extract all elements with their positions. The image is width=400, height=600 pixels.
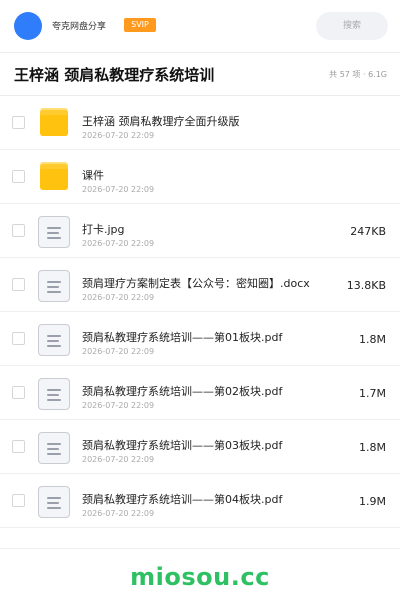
watermark: miosou.cc — [130, 563, 270, 591]
file-size: 247KB — [350, 225, 386, 238]
list-item[interactable]: 颈肩私教理疗系统培训——第03板块.pdf 2026-07-20 22:09 1… — [0, 420, 400, 474]
file-name: 颈肩私教理疗系统培训——第03板块.pdf — [82, 439, 283, 452]
file-size: 1.8M — [359, 333, 386, 346]
file-name: 颈肩私教理疗系统培训——第01板块.pdf — [82, 331, 283, 344]
document-icon — [38, 216, 70, 248]
row-checkbox[interactable] — [12, 278, 25, 291]
row-checkbox[interactable] — [12, 116, 25, 129]
list-item[interactable]: 颈肩私教理疗系统培训——第04板块.pdf 2026-07-20 22:09 1… — [0, 474, 400, 528]
file-name: 颈肩理疗方案制定表【公众号：密知圈】.docx — [82, 277, 310, 290]
file-date: 2026-07-20 22:09 — [82, 509, 155, 518]
document-icon — [38, 378, 70, 410]
file-name: 王梓涵 颈肩私教理疗全面升级版 — [82, 115, 240, 128]
search-button[interactable]: 搜索 — [316, 12, 388, 40]
folder-summary: 共 57 项 · 6.1G — [329, 70, 387, 79]
file-date: 2026-07-20 22:09 — [82, 185, 155, 194]
avatar[interactable] — [14, 12, 42, 40]
file-size: 1.8M — [359, 441, 386, 454]
row-checkbox[interactable] — [12, 170, 25, 183]
list-item[interactable]: 打卡.jpg 2026-07-20 22:09 247KB — [0, 204, 400, 258]
row-checkbox[interactable] — [12, 224, 25, 237]
file-list: 王梓涵 颈肩私教理疗全面升级版 2026-07-20 22:09 课件 2026… — [0, 96, 400, 528]
folder-icon — [38, 108, 70, 140]
list-item[interactable]: 王梓涵 颈肩私教理疗全面升级版 2026-07-20 22:09 — [0, 96, 400, 150]
file-date: 2026-07-20 22:09 — [82, 455, 155, 464]
header-divider — [0, 52, 400, 53]
file-size: 13.8KB — [346, 279, 386, 292]
top-bar: 夸克网盘分享 SVIP 搜索 — [0, 0, 400, 52]
account-name: 夸克网盘分享 — [52, 22, 107, 32]
file-size: 1.9M — [359, 495, 386, 508]
list-item[interactable]: 颈肩理疗方案制定表【公众号：密知圈】.docx 2026-07-20 22:09… — [0, 258, 400, 312]
document-icon — [38, 432, 70, 464]
list-item[interactable]: 课件 2026-07-20 22:09 — [0, 150, 400, 204]
file-date: 2026-07-20 22:09 — [82, 347, 155, 356]
row-checkbox[interactable] — [12, 332, 25, 345]
file-name: 课件 — [82, 169, 104, 182]
list-item[interactable]: 颈肩私教理疗系统培训——第01板块.pdf 2026-07-20 22:09 1… — [0, 312, 400, 366]
file-name: 打卡.jpg — [82, 223, 125, 236]
folder-header: 王梓涵 颈肩私教理疗系统培训 共 57 项 · 6.1G — [0, 58, 400, 92]
file-date: 2026-07-20 22:09 — [82, 131, 155, 140]
svip-badge: SVIP — [124, 18, 156, 32]
file-name: 颈肩私教理疗系统培训——第02板块.pdf — [82, 385, 283, 398]
file-date: 2026-07-20 22:09 — [82, 239, 155, 248]
document-icon — [38, 324, 70, 356]
folder-icon — [38, 162, 70, 194]
page-title: 王梓涵 颈肩私教理疗系统培训 — [14, 66, 215, 84]
list-item[interactable]: 颈肩私教理疗系统培训——第02板块.pdf 2026-07-20 22:09 1… — [0, 366, 400, 420]
file-date: 2026-07-20 22:09 — [82, 293, 155, 302]
file-name: 颈肩私教理疗系统培训——第04板块.pdf — [82, 493, 283, 506]
row-checkbox[interactable] — [12, 494, 25, 507]
document-icon — [38, 270, 70, 302]
file-date: 2026-07-20 22:09 — [82, 401, 155, 410]
row-checkbox[interactable] — [12, 440, 25, 453]
document-icon — [38, 486, 70, 518]
file-size: 1.7M — [359, 387, 386, 400]
row-checkbox[interactable] — [12, 386, 25, 399]
